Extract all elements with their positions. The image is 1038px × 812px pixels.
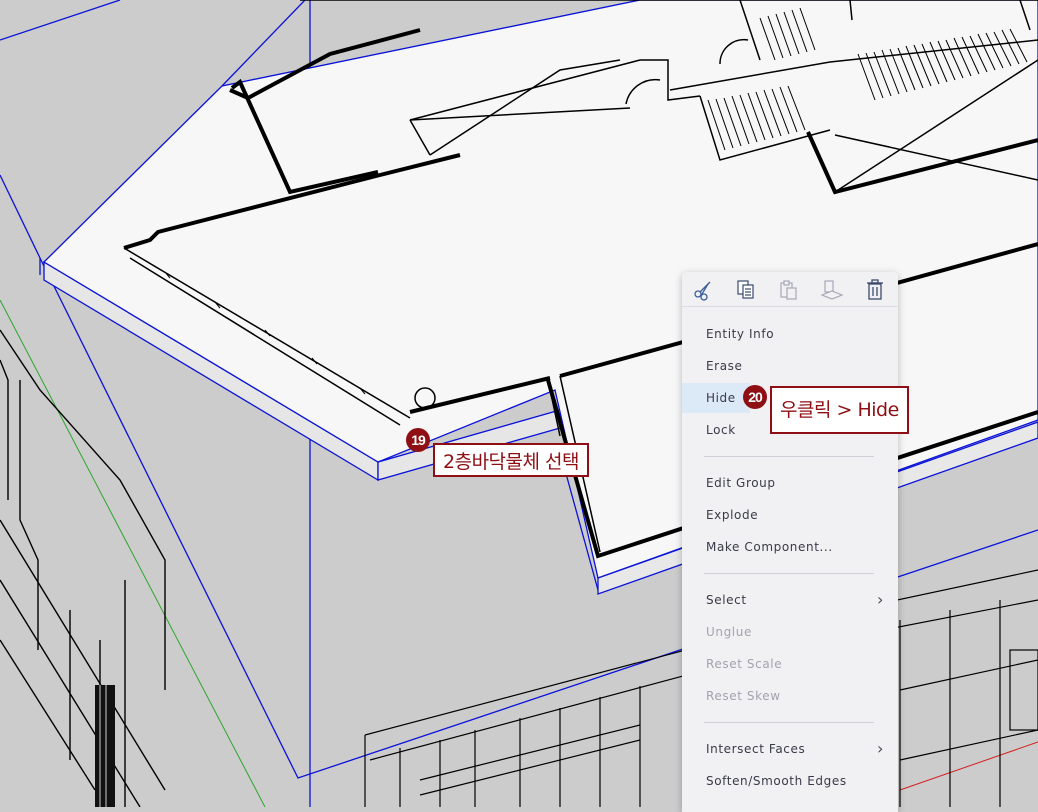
menu-item-intersect-faces-label: Intersect Faces xyxy=(706,742,806,756)
menu-item-entity-info[interactable]: Entity Info xyxy=(682,319,898,349)
menu-item-soften-smooth-edges[interactable]: Soften/Smooth Edges xyxy=(682,766,898,796)
menu-item-select[interactable]: Select › xyxy=(682,585,898,615)
red-axis-line xyxy=(899,741,1038,791)
menu-item-select-label: Select xyxy=(706,593,747,607)
menu-item-intersect-faces[interactable]: Intersect Faces › xyxy=(682,734,898,764)
step-20-badge: 20 xyxy=(743,385,767,409)
paste-icon[interactable] xyxy=(776,278,802,302)
menu-divider xyxy=(704,722,874,723)
context-menu-toolbar xyxy=(682,272,898,306)
chevron-right-icon: › xyxy=(877,590,884,609)
menu-item-erase[interactable]: Erase xyxy=(682,351,898,381)
menu-item-reset-scale: Reset Scale xyxy=(706,657,783,671)
menu-item-unglue: Unglue xyxy=(706,625,752,639)
step-20-callout: 우클릭 > Hide xyxy=(770,386,909,434)
menu-divider xyxy=(704,456,874,457)
delete-icon[interactable] xyxy=(862,278,888,302)
copy-icon[interactable] xyxy=(733,278,759,302)
menu-item-reset-skew: Reset Skew xyxy=(706,689,781,703)
cut-icon[interactable] xyxy=(690,278,716,302)
step-19-callout: 2층바닥물체 선택 xyxy=(433,443,589,477)
chevron-right-icon: › xyxy=(877,739,884,758)
paste-in-place-icon[interactable] xyxy=(819,278,845,302)
step-19-badge: 19 xyxy=(406,428,430,452)
menu-item-edit-group[interactable]: Edit Group xyxy=(682,468,898,498)
menu-item-make-component[interactable]: Make Component... xyxy=(682,532,898,562)
menu-item-hide[interactable]: Hide xyxy=(682,383,750,413)
menu-divider xyxy=(704,573,874,574)
toolbar-divider xyxy=(682,306,898,307)
context-menu: Entity Info Erase Hide Lock Edit Group E… xyxy=(682,272,898,812)
menu-item-explode[interactable]: Explode xyxy=(682,500,898,530)
left-window-grid xyxy=(95,685,115,807)
